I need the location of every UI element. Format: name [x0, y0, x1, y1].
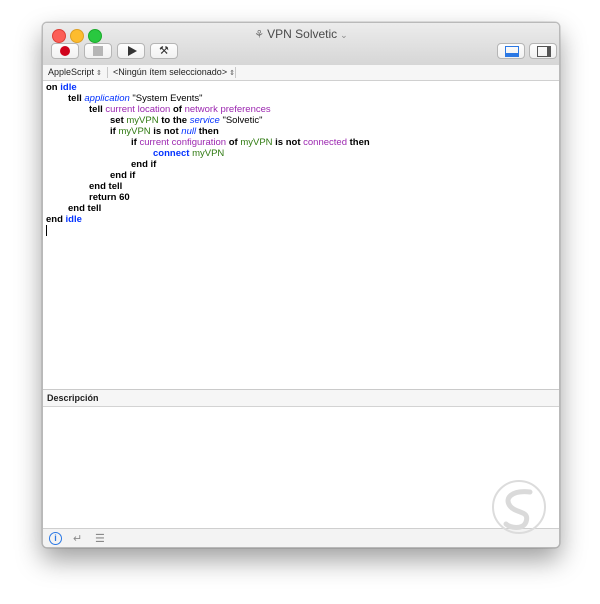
code-line: end tell — [68, 203, 102, 214]
bottom-panel-icon — [505, 46, 519, 57]
code-line: end if — [131, 159, 157, 170]
list-icon[interactable]: ☰ — [95, 532, 105, 545]
divider — [235, 67, 236, 78]
record-icon — [60, 46, 70, 56]
description-header: Descripción — [43, 389, 559, 407]
script-editor-window: ⚘ VPN Solvetic ⌄ ⚒ AppleScript ⇕ <Ningún ít… — [42, 22, 560, 548]
text-cursor — [46, 225, 47, 236]
bottom-toolbar: i ↵ ☰ — [43, 528, 559, 547]
stop-button[interactable] — [84, 43, 112, 59]
divider — [107, 67, 108, 78]
info-icon[interactable]: i — [49, 532, 62, 545]
code-line: end if — [110, 170, 136, 181]
chevron-down-icon: ⌄ — [340, 30, 348, 40]
return-icon[interactable]: ↵ — [73, 532, 82, 545]
script-document-icon: ⚘ — [254, 29, 265, 41]
side-panel-icon — [537, 46, 551, 57]
item-selector-label: <Ningún ítem seleccionado> — [113, 67, 228, 77]
code-line: tell current location of network prefere… — [89, 104, 271, 115]
show-bottom-panel-button[interactable] — [497, 43, 525, 59]
item-selector-popup[interactable]: <Ningún ítem seleccionado> ⇕ — [113, 67, 235, 77]
code-line: end tell — [89, 181, 123, 192]
title-bar: ⚘ VPN Solvetic ⌄ ⚒ — [43, 23, 559, 66]
stop-icon — [93, 46, 103, 56]
updown-arrow-icon: ⇕ — [96, 70, 102, 77]
code-line: connect myVPN — [153, 148, 225, 159]
description-textarea[interactable] — [43, 407, 559, 528]
code-line: set myVPN to the service "Solvetic" — [110, 115, 263, 126]
description-label: Descripción — [47, 393, 99, 403]
code-line: return 60 — [89, 192, 130, 203]
code-line: end idle — [46, 214, 82, 225]
code-line: tell application "System Events" — [68, 93, 203, 104]
play-icon — [128, 46, 137, 56]
run-button[interactable] — [117, 43, 145, 59]
language-label: AppleScript — [48, 67, 95, 77]
window-title[interactable]: ⚘ VPN Solvetic ⌄ — [43, 27, 559, 41]
record-button[interactable] — [51, 43, 79, 59]
code-line: if myVPN is not null then — [110, 126, 219, 137]
navigation-bar: AppleScript ⇕ <Ningún ítem seleccionado> ⇕ — [43, 65, 559, 81]
language-popup[interactable]: AppleScript ⇕ — [48, 67, 102, 77]
watermark-logo — [492, 480, 546, 534]
window-title-text: VPN Solvetic — [267, 27, 338, 41]
hammer-icon: ⚒ — [159, 45, 169, 57]
compile-button[interactable]: ⚒ — [150, 43, 178, 59]
code-line: if current configuration of myVPN is not… — [131, 137, 370, 148]
code-line: on idle — [46, 82, 77, 93]
show-side-panel-button[interactable] — [529, 43, 557, 59]
script-editor[interactable]: on idle tell application "System Events"… — [43, 81, 559, 389]
